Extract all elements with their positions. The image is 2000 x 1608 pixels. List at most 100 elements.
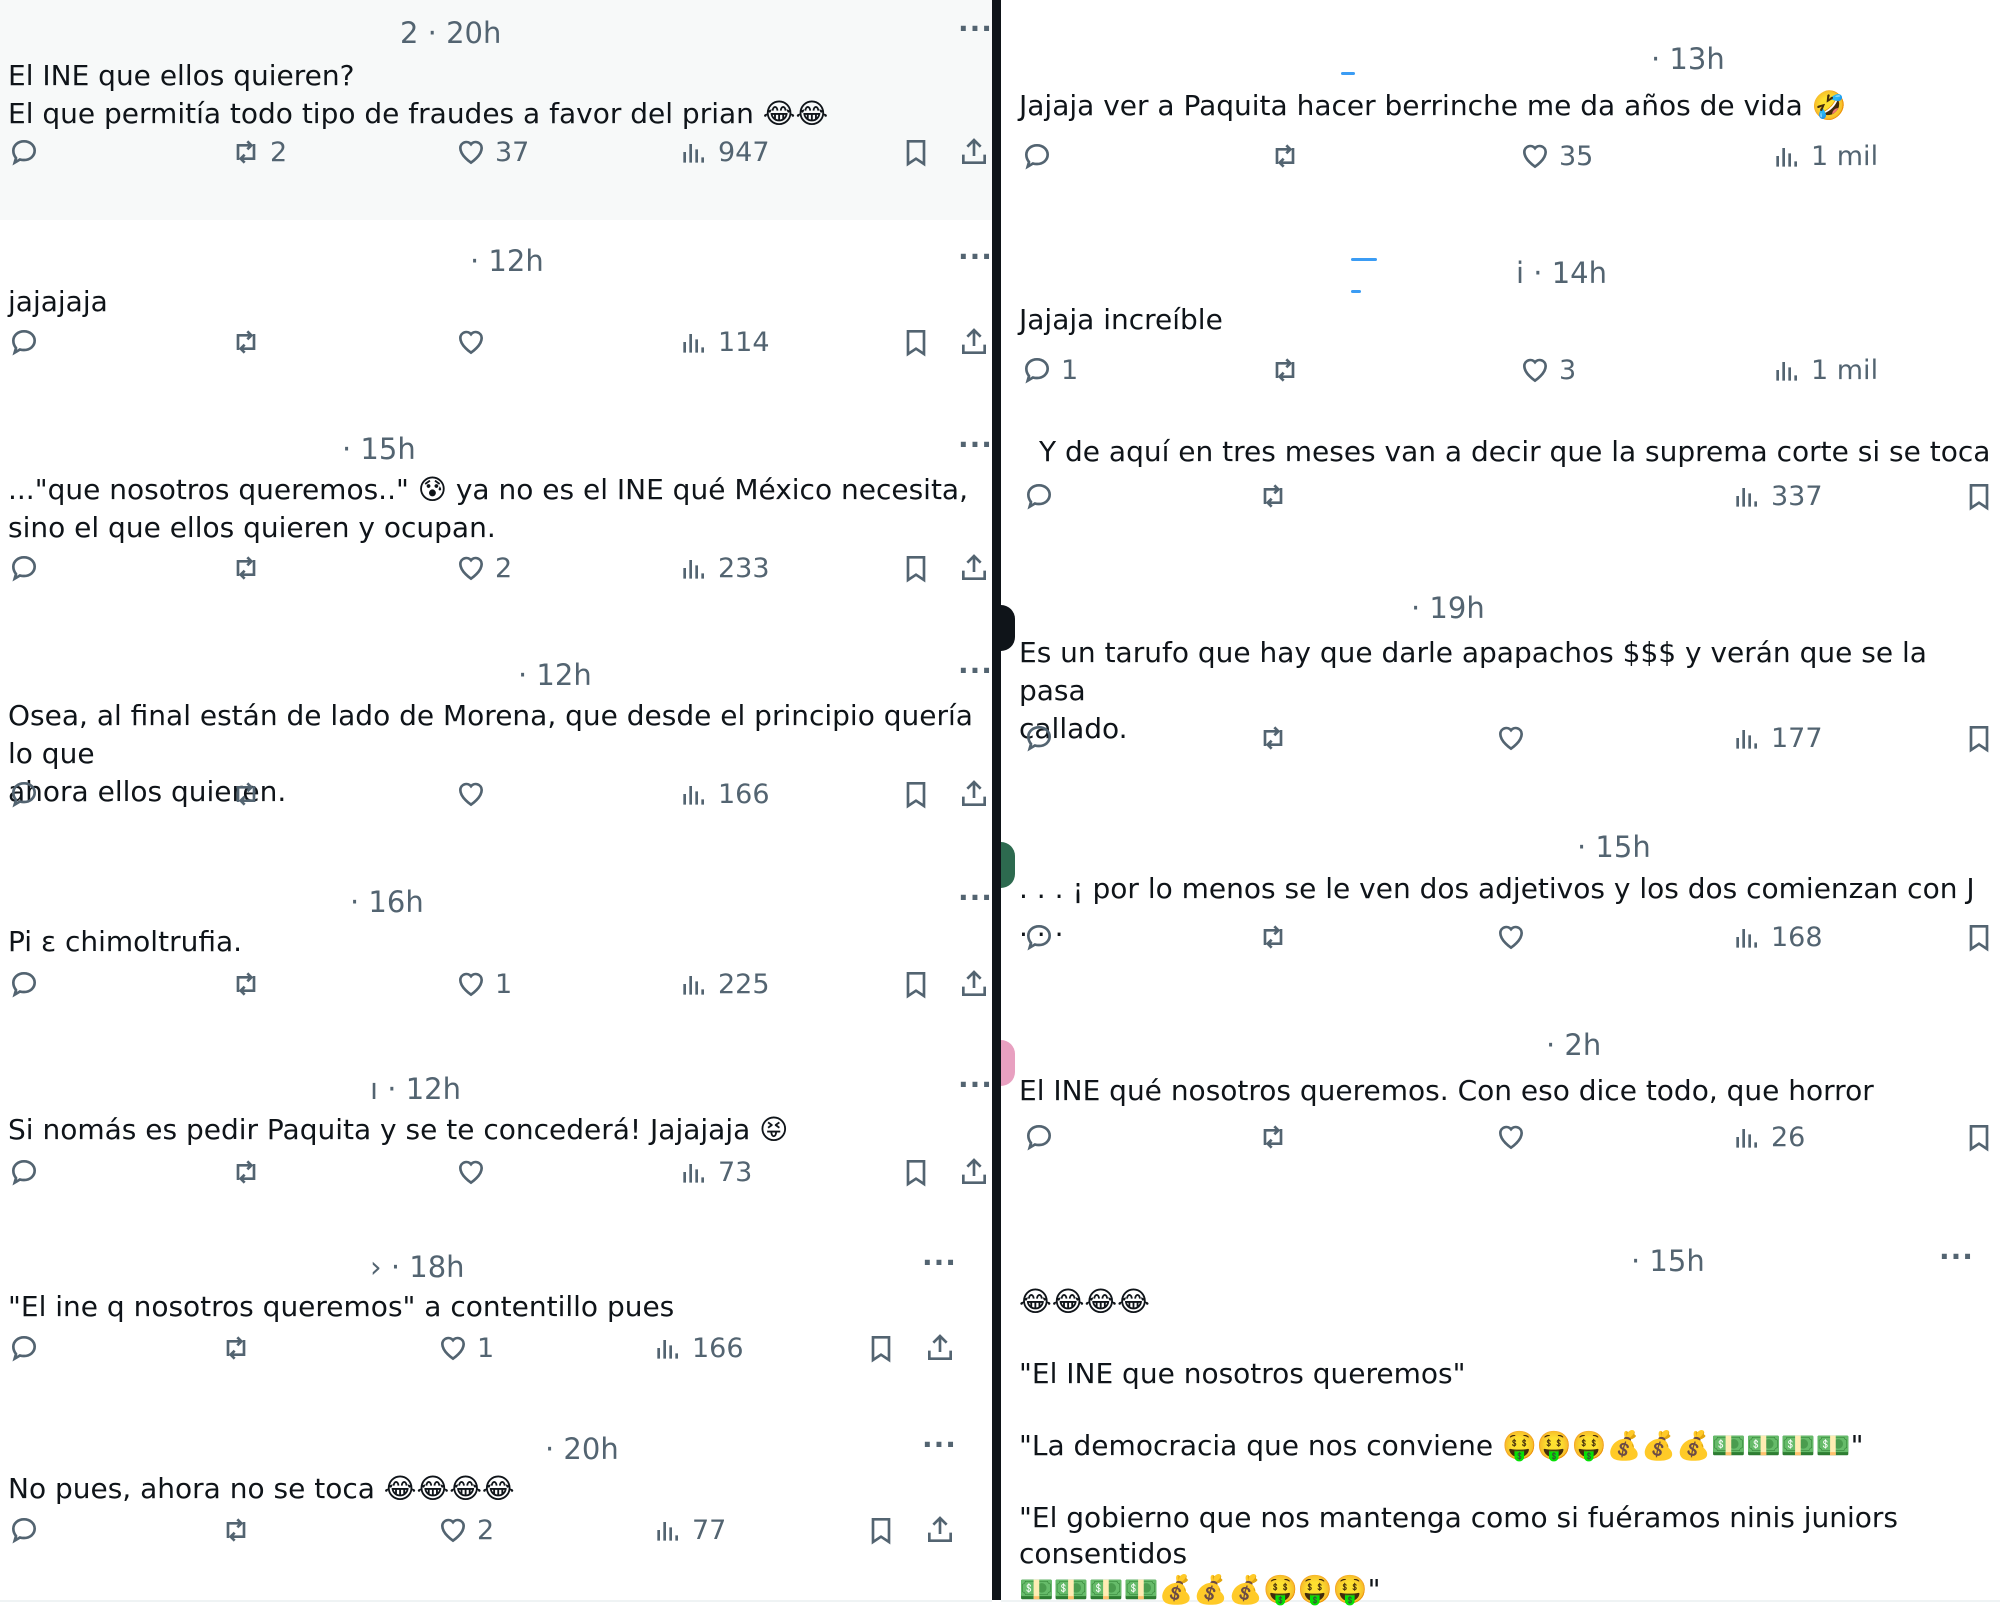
reply-tweet[interactable]: · 2h El INE qué nosotros queremos. Con es… [1001,1000,2000,1212]
bookmark-button[interactable] [900,136,940,168]
retweet-button[interactable] [1257,921,1297,953]
retweet-button[interactable] [230,552,270,584]
like-button[interactable]: 1 [455,968,512,1000]
reply-button[interactable] [8,326,48,358]
retweet-button[interactable] [230,968,270,1000]
share-button[interactable] [958,552,998,584]
bookmark-button[interactable] [900,778,940,810]
bookmark-button[interactable] [900,552,940,584]
like-button[interactable] [455,778,495,810]
views-button[interactable]: 177 [1731,722,1823,754]
more-icon[interactable]: ··· [958,1068,993,1101]
bookmark-button[interactable] [900,1156,940,1188]
tweet-timestamp[interactable]: · 16h [350,885,424,919]
reply-tweet[interactable]: · 15h ··· 😂😂😂😂 "El INE que nosotros querem… [1001,1210,2000,1606]
like-button[interactable] [1495,722,1535,754]
retweet-button[interactable] [220,1332,260,1364]
bookmark-button[interactable] [900,968,940,1000]
share-button[interactable] [958,968,998,1000]
retweet-button[interactable] [1257,1121,1297,1153]
like-button[interactable] [455,326,495,358]
avatar[interactable] [1001,605,1015,651]
retweet-button[interactable] [1257,722,1297,754]
tweet-timestamp[interactable]: · 12h [470,244,544,278]
reply-button[interactable] [1023,921,1063,953]
avatar[interactable] [1001,842,1015,888]
tweet-timestamp[interactable]: · 13h [1651,42,1725,76]
bookmark-button[interactable] [1963,480,2000,512]
retweet-button[interactable] [1269,354,1309,386]
tweet-timestamp[interactable]: · 15h [342,432,416,466]
share-button[interactable] [958,136,998,168]
reply-tweet[interactable]: · 15h ··· ..."que nosotros queremos.." 😰 y… [0,405,992,632]
tweet-timestamp[interactable]: · 15h [1631,1244,1705,1278]
more-icon[interactable]: ··· [922,1428,957,1461]
reply-tweet[interactable]: · 13h Jajaja ver a Paquita hacer berrinch… [1001,0,2000,227]
bookmark-button[interactable] [900,326,940,358]
bookmark-button[interactable] [1963,921,2000,953]
like-button[interactable]: 1 [437,1332,494,1364]
more-icon[interactable]: ··· [922,1246,957,1279]
bookmark-button[interactable] [865,1514,905,1546]
reply-tweet[interactable]: · 20h ··· No pues, ahora no se toca 😂😂😂😂 2 7… [0,1404,992,1602]
retweet-button[interactable] [220,1514,260,1546]
views-button[interactable]: 947 [678,136,770,168]
reply-button[interactable] [1023,1121,1063,1153]
tweet-timestamp[interactable]: › · 18h [370,1250,465,1284]
reply-button[interactable] [8,552,48,584]
share-button[interactable] [924,1332,964,1364]
share-button[interactable] [958,778,998,810]
tweet-timestamp[interactable]: ı · 12h [370,1072,461,1106]
views-button[interactable]: 73 [678,1156,752,1188]
more-icon[interactable]: ··· [958,428,993,461]
like-button[interactable]: 37 [455,136,529,168]
reply-button[interactable] [8,1156,48,1188]
views-button[interactable]: 233 [678,552,770,584]
retweet-button[interactable]: 2 [230,136,287,168]
retweet-button[interactable] [1269,140,1309,172]
retweet-button[interactable] [230,1156,270,1188]
tweet-timestamp[interactable]: · 2h [1546,1028,1601,1062]
like-button[interactable]: 3 [1519,354,1576,386]
views-button[interactable]: 1 mil [1771,354,1878,386]
like-button[interactable]: 2 [455,552,512,584]
share-button[interactable] [924,1514,964,1546]
more-icon[interactable]: ··· [958,881,993,914]
views-button[interactable]: 168 [1731,921,1823,953]
views-button[interactable]: 166 [652,1332,744,1364]
reply-button[interactable] [8,136,48,168]
reply-button[interactable] [8,778,48,810]
tweet-timestamp[interactable]: · 20h [545,1432,619,1466]
tweet-timestamp[interactable]: · 12h [518,658,592,692]
reply-button[interactable]: 1 [1021,354,1078,386]
more-icon[interactable]: ··· [958,12,993,45]
reply-button[interactable] [1023,480,1063,512]
reply-button[interactable] [1023,722,1063,754]
reply-tweet[interactable]: ı · 12h ··· Si nomás es pedir Paquita y se… [0,1044,992,1226]
more-icon[interactable]: ··· [958,240,993,273]
avatar[interactable] [1001,1040,1015,1086]
reply-tweet[interactable]: i · 14h Jajaja increíble 1 3 1 mil [1001,225,2000,422]
like-button[interactable] [1495,921,1535,953]
like-button[interactable]: 2 [437,1514,494,1546]
more-icon[interactable]: ··· [1939,1240,1974,1273]
like-button[interactable] [1495,1121,1535,1153]
reply-tweet[interactable]: · 12h ··· jajajaja 114 [0,220,992,407]
views-button[interactable]: 166 [678,778,770,810]
reply-tweet[interactable]: · 19h Es un tarufo que hay que darle apap… [1001,562,2000,802]
tweet-timestamp[interactable]: 2 · 20h [400,16,501,50]
reply-button[interactable] [8,968,48,1000]
bookmark-button[interactable] [865,1332,905,1364]
more-icon[interactable]: ··· [958,654,993,687]
reply-button[interactable] [1021,140,1061,172]
reply-tweet[interactable]: › · 18h ··· "El ine q nosotros queremos" a… [0,1224,992,1406]
views-button[interactable]: 225 [678,968,770,1000]
views-button[interactable]: 1 mil [1771,140,1878,172]
reply-tweet[interactable]: · 12h ··· Osea, al final están de lado de … [0,630,992,858]
reply-button[interactable] [8,1332,48,1364]
like-button[interactable] [455,1156,495,1188]
retweet-button[interactable] [1257,480,1297,512]
tweet-timestamp[interactable]: i · 14h [1516,256,1607,290]
bookmark-button[interactable] [1963,722,2000,754]
bookmark-button[interactable] [1963,1121,2000,1153]
